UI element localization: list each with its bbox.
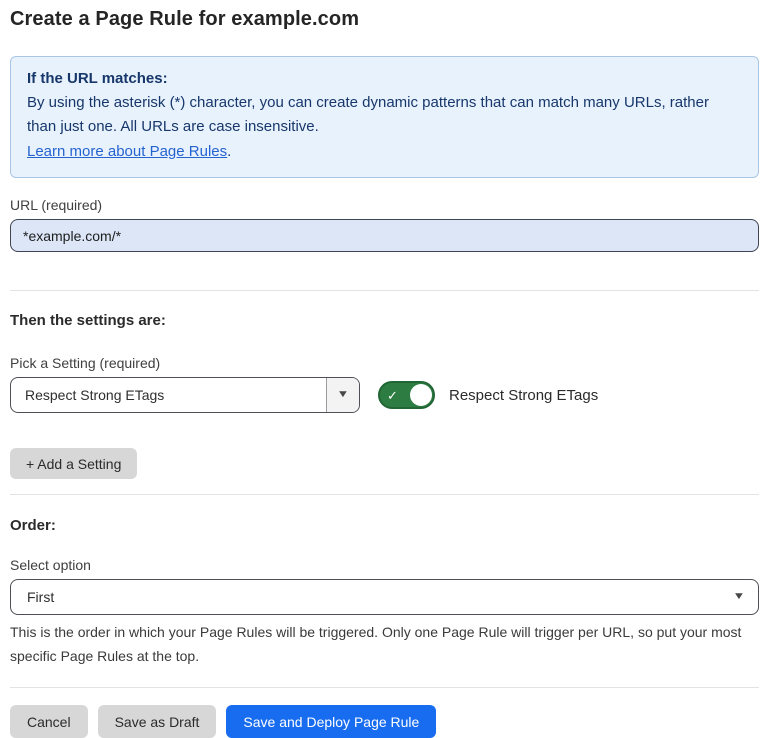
pick-setting-label: Pick a Setting (required) — [10, 355, 759, 371]
footer-button-row: Cancel Save as Draft Save and Deploy Pag… — [10, 705, 759, 738]
divider — [10, 494, 759, 495]
divider — [10, 290, 759, 291]
divider — [10, 687, 759, 688]
setting-select-arrow-button[interactable]: ▼ — [326, 378, 359, 412]
order-select[interactable]: First ▼ — [10, 579, 759, 615]
check-icon: ✓ — [387, 389, 398, 402]
learn-more-link[interactable]: Learn more about Page Rules — [27, 143, 227, 160]
setting-row: Respect Strong ETags ▼ ✓ Respect Strong … — [10, 377, 759, 413]
add-setting-button[interactable]: + Add a Setting — [10, 448, 137, 479]
order-select-label: Select option — [10, 557, 759, 573]
info-box-link-line: Learn more about Page Rules. — [27, 139, 742, 164]
save-and-deploy-button[interactable]: Save and Deploy Page Rule — [226, 705, 436, 738]
cancel-button[interactable]: Cancel — [10, 705, 88, 738]
settings-section-heading: Then the settings are: — [10, 312, 759, 329]
setting-select-value: Respect Strong ETags — [11, 378, 326, 412]
order-section-heading: Order: — [10, 517, 759, 534]
url-match-info-box: If the URL matches: By using the asteris… — [10, 56, 759, 178]
info-box-body: By using the asterisk (*) character, you… — [27, 91, 742, 139]
url-input[interactable] — [10, 219, 759, 252]
page-title: Create a Page Rule for example.com — [10, 8, 759, 31]
setting-toggle[interactable]: ✓ — [378, 381, 435, 409]
create-page-rule-form: Create a Page Rule for example.com If th… — [0, 0, 769, 738]
info-box-heading: If the URL matches: — [27, 67, 742, 91]
setting-select[interactable]: Respect Strong ETags ▼ — [10, 377, 360, 413]
order-select-value: First — [27, 589, 734, 605]
setting-toggle-label: Respect Strong ETags — [449, 387, 598, 404]
chevron-down-icon: ▼ — [733, 592, 746, 602]
link-period: . — [227, 143, 231, 160]
save-as-draft-button[interactable]: Save as Draft — [98, 705, 217, 738]
chevron-down-icon: ▼ — [337, 390, 350, 400]
toggle-knob — [410, 384, 432, 406]
order-help-text: This is the order in which your Page Rul… — [10, 620, 759, 668]
url-field-label: URL (required) — [10, 197, 759, 213]
